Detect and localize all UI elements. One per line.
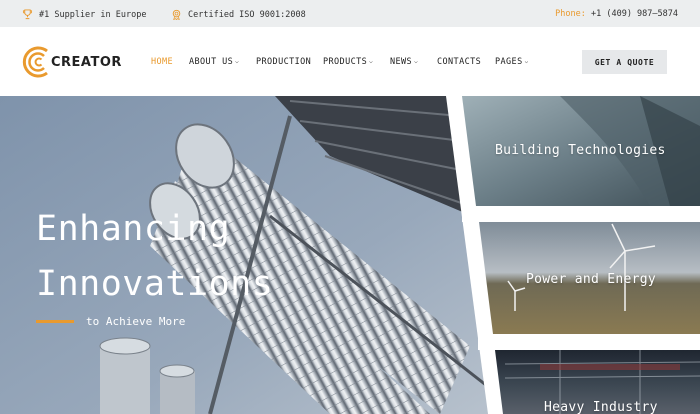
nav-products-label: PRODUCTS	[323, 57, 368, 67]
nav-pages[interactable]: PAGES ⌵	[495, 57, 529, 67]
caret-down-icon: ⌵	[235, 58, 240, 65]
certificate-icon	[172, 9, 181, 20]
hero-subtitle-text: to Achieve More	[86, 315, 186, 328]
supplier-info: #1 Supplier in Europe	[22, 9, 146, 20]
nav-about-us-label: ABOUT US	[189, 57, 234, 67]
nav-contacts[interactable]: CONTACTS	[437, 57, 481, 67]
nav-home-label: HOME	[151, 57, 174, 67]
get-a-quote-button[interactable]: GET A QUOTE	[582, 50, 667, 74]
nav-home[interactable]: HOME	[151, 57, 173, 67]
top-info-bar: #1 Supplier in Europe Certified ISO 9001…	[0, 0, 700, 27]
hero-title: Enhancing Innovations	[36, 202, 273, 312]
nav-news-label: NEWS	[390, 57, 413, 67]
panel-power-and-energy[interactable]: Power and Energy	[526, 272, 656, 287]
certification-info: Certified ISO 9001:2008	[171, 9, 306, 20]
hero-title-line2: Innovations	[36, 264, 274, 304]
phone-label: Phone:	[555, 9, 586, 19]
supplier-text: #1 Supplier in Europe	[39, 9, 147, 20]
site-header: CREATOR HOME ABOUT US ⌵ PRODUCTION PRODUC…	[0, 27, 700, 96]
trophy-icon	[22, 9, 33, 20]
nav-production-label: PRODUCTION	[256, 57, 312, 67]
nav-pages-label: PAGES	[495, 57, 523, 67]
nav-production[interactable]: PRODUCTION	[256, 57, 311, 67]
accent-line	[36, 320, 74, 323]
caret-down-icon: ⌵	[369, 58, 374, 65]
nav-news[interactable]: NEWS ⌵	[390, 57, 418, 67]
caret-down-icon: ⌵	[524, 58, 529, 65]
logo-text: CREATOR	[51, 54, 122, 70]
phone-number[interactable]: +1 (409) 987–5874	[591, 9, 678, 19]
logo-mark	[22, 46, 48, 78]
certification-text: Certified ISO 9001:2008	[188, 9, 306, 20]
hero-subtitle: to Achieve More	[36, 315, 185, 328]
nav-about-us[interactable]: ABOUT US ⌵	[189, 57, 239, 67]
caret-down-icon: ⌵	[414, 58, 419, 65]
hero-section: Enhancing Innovations to Achieve More Bu…	[0, 96, 700, 414]
panel-heavy-industry[interactable]: Heavy Industry	[544, 400, 658, 414]
nav-contacts-label: CONTACTS	[437, 57, 482, 67]
logo[interactable]: CREATOR	[21, 44, 122, 80]
hero-title-line1: Enhancing	[36, 209, 231, 249]
panel-building-technologies[interactable]: Building Technologies	[495, 143, 666, 158]
nav-products[interactable]: PRODUCTS ⌵	[323, 57, 373, 67]
phone-info[interactable]: Phone: +1 (409) 987–5874	[555, 9, 678, 19]
